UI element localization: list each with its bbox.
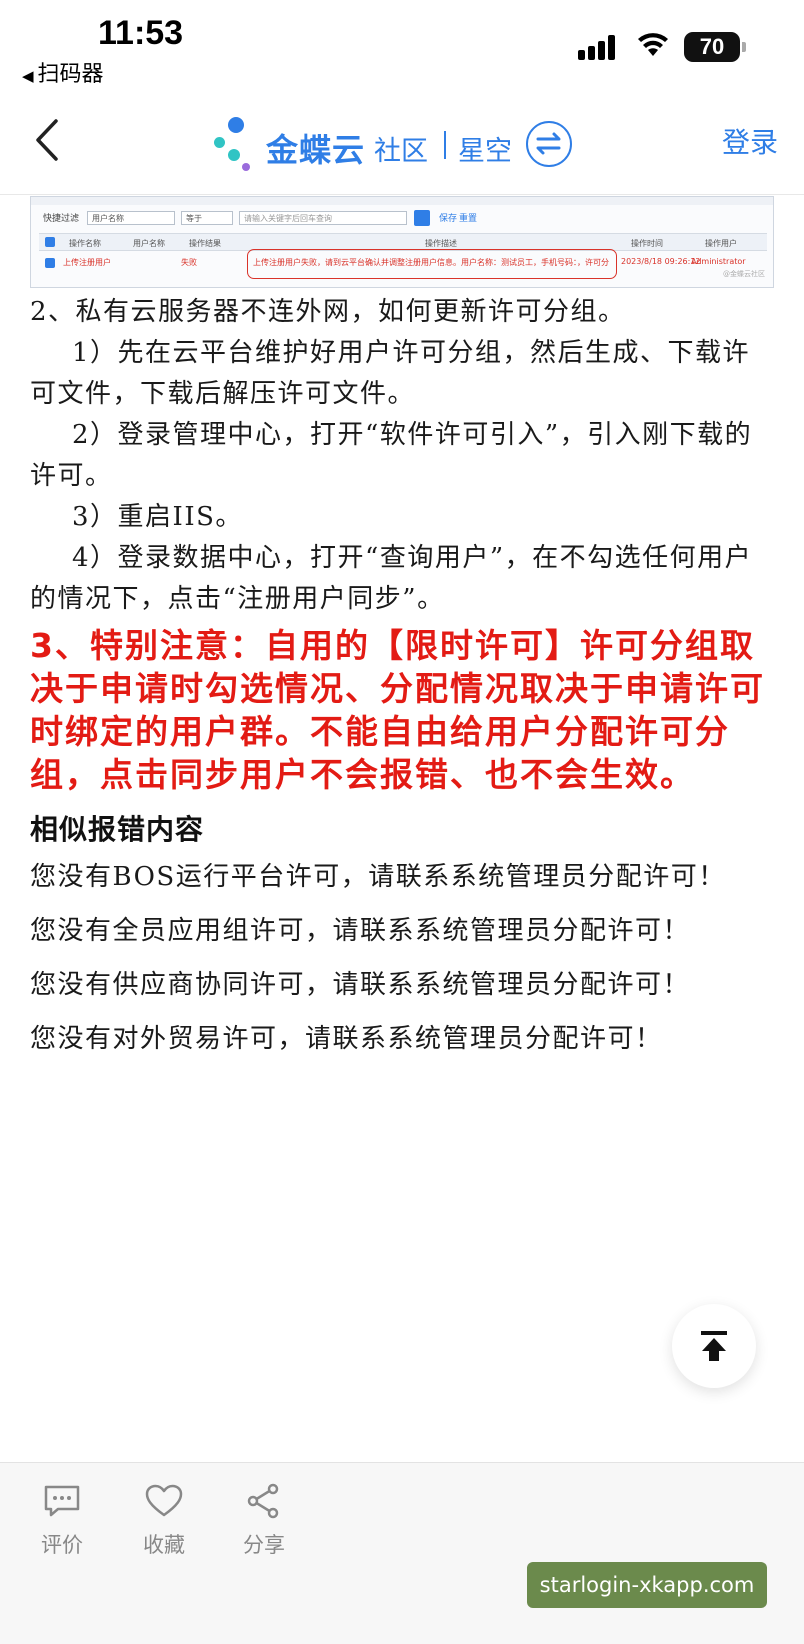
embed-highlight-box — [247, 249, 617, 279]
embed-col-6: 操作用户 — [705, 239, 737, 248]
embed-watermark: @金蝶云社区 — [723, 270, 765, 278]
share-label: 分享 — [243, 1533, 285, 1557]
share-icon — [247, 1483, 279, 1519]
embed-filter-label: 快捷过滤 — [43, 214, 80, 224]
embed-row-user: Administrator — [691, 257, 746, 266]
favorite-label: 收藏 — [143, 1533, 185, 1557]
error-item: 您没有对外贸易许可，请联系系统管理员分配许可！ — [30, 1024, 663, 1054]
embed-col-5: 操作时间 — [631, 239, 663, 248]
switch-product-icon[interactable] — [526, 121, 572, 167]
embed-filter-op: 等于 — [181, 211, 233, 225]
error-item: 您没有供应商协同许可，请联系系统管理员分配许可！ — [30, 970, 691, 1000]
embed-filter-field: 用户名称 — [87, 211, 175, 225]
status-bar: 11:53 ◀ 扫码器 70 — [0, 0, 804, 95]
comment-button[interactable]: 评价 — [22, 1483, 102, 1559]
brand-community: 社区 — [374, 136, 428, 167]
embed-row-result: 失败 — [181, 258, 197, 267]
embed-reset-label: 重置 — [459, 214, 478, 224]
login-link[interactable]: 登录 — [722, 121, 778, 161]
embed-top-strip — [31, 197, 773, 205]
back-triangle-icon: ◀ — [22, 67, 34, 85]
comment-icon — [44, 1485, 80, 1517]
back-app-label: 扫码器 — [37, 62, 104, 87]
warning-paragraph: 3、特别注意：自用的【限时许可】许可分组取决于申请时勾选情况、分配情况取决于申请… — [30, 626, 765, 794]
back-chevron-icon[interactable] — [28, 115, 68, 165]
error-item: 您没有BOS运行平台许可，请联系系统管理员分配许可！ — [30, 862, 726, 892]
site-watermark: starlogin-xkapp.com — [527, 1562, 767, 1608]
status-time: 11:53 — [98, 14, 184, 52]
article-paragraph: 3）重启IIS。 — [72, 502, 243, 532]
embed-col-1: 操作名称 — [69, 239, 101, 248]
favorite-button[interactable]: 收藏 — [124, 1483, 204, 1559]
error-item: 您没有全员应用组许可，请联系系统管理员分配许可！ — [30, 916, 691, 946]
embed-filter-input: 请输入关键字后回车查询 — [239, 211, 407, 225]
embedded-table-screenshot: 快捷过滤 用户名称 等于 请输入关键字后回车查询 保存 重置 操作名称 用户名称… — [30, 196, 774, 288]
brand-main: 金蝶云 — [266, 131, 366, 169]
brand-divider — [444, 131, 446, 159]
embed-col-3: 操作结果 — [189, 239, 221, 248]
arrow-up-icon — [701, 1331, 727, 1361]
similar-errors-heading: 相似报错内容 — [30, 813, 205, 846]
article-paragraph: 2、私有云服务器不连外网，如何更新许可分组。 — [30, 297, 626, 327]
embed-col-4: 操作描述 — [425, 239, 457, 248]
article-paragraph: 2）登录管理中心，打开“软件许可引入”，引入刚下载的许可。 — [30, 420, 753, 491]
nav-header: 金蝶云 社区 星空 登录 — [0, 95, 804, 195]
embed-search-icon — [414, 210, 430, 226]
back-to-top-button[interactable] — [672, 1304, 756, 1388]
embed-save-label: 保存 — [439, 214, 458, 224]
article-paragraph: 4）登录数据中心，打开“查询用户”，在不勾选任何用户的情况下，点击“注册用户同步… — [30, 543, 753, 614]
embed-row-name: 上传注册用户 — [63, 258, 111, 267]
article-paragraph: 1）先在云平台维护好用户许可分组，然后生成、下载许可文件，下载后解压许可文件。 — [30, 338, 751, 409]
embed-header-checkbox-icon — [45, 237, 55, 247]
cellular-signal-icon — [578, 34, 620, 60]
embed-col-2: 用户名称 — [133, 239, 165, 248]
share-button[interactable]: 分享 — [224, 1483, 304, 1559]
embed-row-time: 2023/8/18 09:26:12 — [621, 257, 701, 266]
brand-product: 星空 — [458, 136, 512, 167]
comment-label: 评价 — [41, 1533, 83, 1557]
heart-icon — [145, 1484, 183, 1517]
article-body: 2、私有云服务器不连外网，如何更新许可分组。 1）先在云平台维护好用户许可分组，… — [30, 292, 776, 1066]
bottom-action-bar: 评价 收藏 分享 — [0, 1462, 804, 1644]
wifi-icon — [638, 33, 668, 56]
embed-row-checkbox-icon — [45, 258, 55, 268]
back-to-app-link[interactable]: ◀ 扫码器 — [22, 56, 104, 88]
brand-logo: 金蝶云 社区 星空 — [214, 109, 576, 179]
logo-dots-icon — [214, 109, 264, 179]
battery-icon: 70 — [684, 32, 746, 62]
